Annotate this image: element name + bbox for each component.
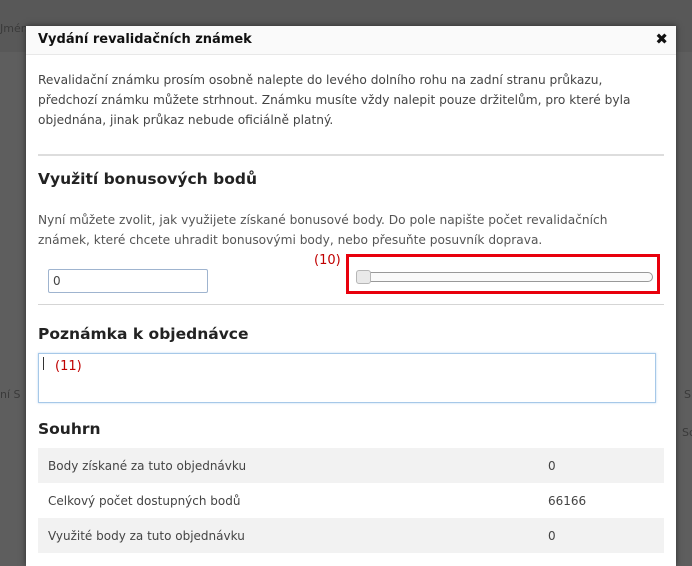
summary-table: Body získané za tuto objednávku 0 Celkov…: [38, 448, 664, 553]
background-text: S: [684, 388, 691, 401]
close-icon[interactable]: ✖: [655, 30, 668, 48]
bonus-count-input[interactable]: [48, 269, 208, 293]
background-text: Sc: [682, 426, 692, 439]
revalidation-dialog: Vydání revalidačních známek ✖ Revalidačn…: [26, 26, 676, 566]
bonus-slider-track[interactable]: [357, 272, 653, 282]
background-text: ní S: [0, 388, 21, 401]
summary-label: Body získané za tuto objednávku: [38, 448, 544, 483]
intro-text: Revalidační známku prosím osobně nalepte…: [38, 73, 631, 127]
divider: [38, 154, 664, 156]
bonus-description: Nyní můžete zvolit, jak využijete získan…: [38, 213, 608, 247]
divider: [38, 304, 664, 305]
order-note-textarea[interactable]: [38, 353, 656, 403]
table-row: Využité body za tuto objednávku 0: [38, 518, 664, 553]
slider-annotation: (10): [314, 253, 341, 268]
summary-label: Celkový počet dostupných bodů: [48, 493, 241, 508]
note-heading: Poznámka k objednávce: [38, 325, 249, 343]
summary-label: Využité body za tuto objednávku: [38, 518, 544, 553]
bonus-slider-handle[interactable]: [356, 270, 371, 284]
note-annotation: (11): [55, 359, 82, 374]
bonus-heading: Využití bonusových bodů: [38, 170, 257, 188]
summary-value: 0: [544, 448, 664, 483]
dialog-header: Vydání revalidačních známek ✖: [26, 26, 676, 55]
summary-value: 0: [544, 518, 664, 553]
table-row: Body získané za tuto objednávku 0: [38, 448, 664, 483]
summary-value: 66166: [548, 493, 587, 508]
summary-heading: Souhrn: [38, 420, 101, 438]
table-row: Celkový počet dostupných bodů 66166: [38, 483, 664, 518]
text-caret: [43, 357, 44, 370]
dialog-title: Vydání revalidačních známek: [38, 32, 252, 47]
